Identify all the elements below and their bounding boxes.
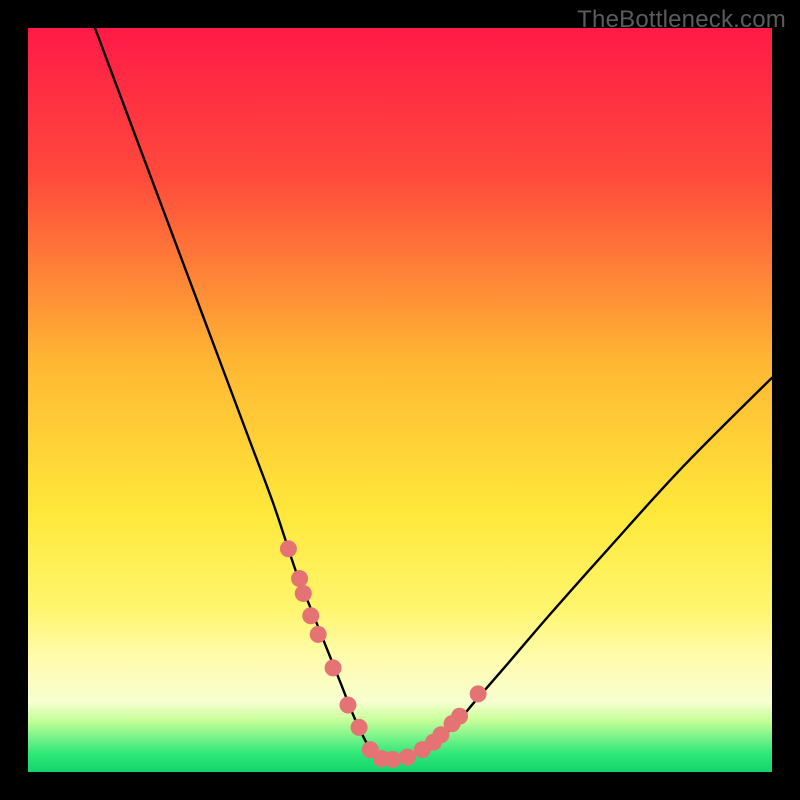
sample-point — [295, 585, 312, 602]
sample-point — [339, 697, 356, 714]
sample-point — [399, 749, 416, 766]
sample-point — [325, 659, 342, 676]
sample-point — [384, 751, 401, 768]
chart-svg — [28, 28, 772, 772]
chart-frame: TheBottleneck.com — [0, 0, 800, 800]
sample-point — [302, 607, 319, 624]
sample-point — [280, 540, 297, 557]
plot-area — [28, 28, 772, 772]
sample-point — [451, 708, 468, 725]
sample-point — [291, 570, 308, 587]
sample-point — [470, 685, 487, 702]
gradient-background — [28, 28, 772, 772]
sample-point — [310, 626, 327, 643]
sample-point — [351, 719, 368, 736]
